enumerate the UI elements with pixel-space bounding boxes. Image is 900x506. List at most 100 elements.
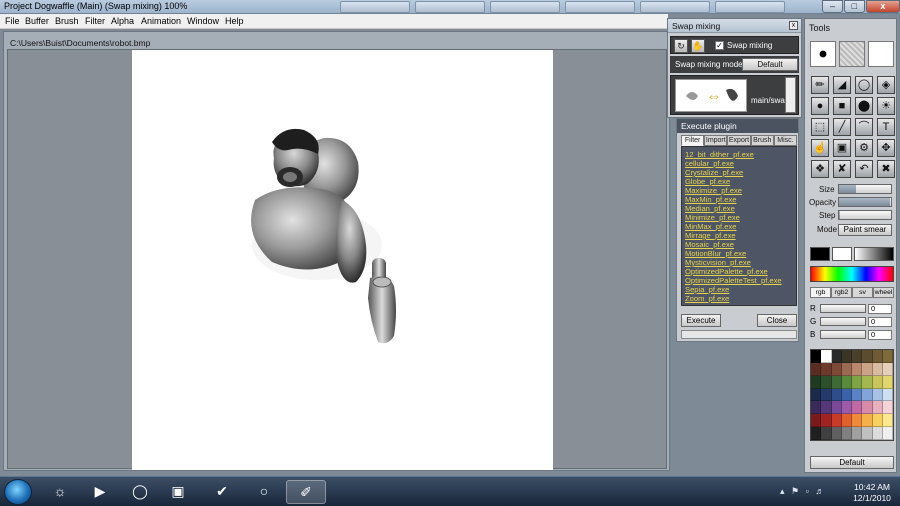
palette-swatch[interactable] [811, 350, 822, 363]
plugin-link[interactable]: Globe_pf.exe [685, 177, 730, 186]
tab-filter[interactable]: Filter [681, 135, 705, 146]
plugin-link[interactable]: OptimizedPaletteTest_pf.exe [685, 276, 782, 285]
plugin-link[interactable]: Maximize_pf.exe [685, 186, 742, 195]
minimize-button[interactable]: – [822, 0, 843, 13]
palette-swatch[interactable] [872, 362, 883, 376]
media-player-icon[interactable]: ▶ [80, 480, 120, 504]
menu-filter[interactable]: Filter [85, 16, 105, 26]
select-tool-icon[interactable]: ⬚ [811, 118, 829, 136]
palette-swatch[interactable] [831, 401, 842, 415]
tab-sv[interactable]: sv [852, 287, 873, 298]
swap-refresh-icon[interactable]: ↻ [674, 39, 688, 53]
background-color-swatch[interactable] [832, 247, 852, 261]
paint-mode-button[interactable]: Paint smear [838, 224, 892, 236]
execute-button[interactable]: Execute [681, 314, 721, 327]
palette-swatch[interactable] [872, 427, 883, 440]
menu-file[interactable]: File [5, 16, 20, 26]
palette-swatch[interactable] [831, 350, 842, 363]
maximize-button[interactable]: □ [843, 0, 865, 13]
green-slider[interactable] [820, 317, 866, 326]
menu-alpha[interactable]: Alpha [111, 16, 134, 26]
plugin-link[interactable]: Minimize_pf.exe [685, 213, 740, 222]
green-value-field[interactable]: 0 [868, 317, 892, 327]
palette-swatch[interactable] [811, 401, 822, 415]
tab-import[interactable]: Import [704, 135, 728, 146]
brush-tool-icon[interactable]: ✏ [811, 76, 829, 94]
palette-swatch[interactable] [872, 350, 883, 363]
swap-mode-button[interactable]: Default [742, 58, 798, 71]
text-tool-icon[interactable]: T [877, 118, 895, 136]
menu-brush[interactable]: Brush [55, 16, 79, 26]
circle-tool-icon[interactable]: ◯ [855, 76, 873, 94]
eyedropper-tool-icon[interactable]: ✘ [833, 160, 851, 178]
palette-swatch[interactable] [841, 350, 852, 363]
hp-icon[interactable]: ◯ [120, 480, 160, 504]
palette-swatch[interactable] [821, 414, 832, 428]
image-canvas[interactable] [132, 50, 553, 470]
palette-swatch[interactable] [882, 362, 893, 376]
swap-hand-icon[interactable]: ✋ [691, 39, 705, 53]
swap-panel-close-icon[interactable]: x [789, 21, 798, 30]
palette-swatch[interactable] [862, 427, 873, 440]
blob-tool-icon[interactable]: ● [811, 97, 829, 115]
ellipse-tool-icon[interactable]: ⬤ [855, 97, 873, 115]
menu-help[interactable]: Help [225, 16, 244, 26]
swap-thumbnail[interactable]: ⇔ [675, 79, 747, 112]
palette-swatch[interactable] [872, 375, 883, 389]
tab-rgb2[interactable]: rgb2 [831, 287, 852, 298]
undo-tool-icon[interactable]: ↶ [855, 160, 873, 178]
plugin-link[interactable]: cellular_pf.exe [685, 159, 734, 168]
palette-swatch[interactable] [821, 375, 832, 389]
palette-swatch[interactable] [862, 375, 873, 389]
background-window-tab[interactable] [640, 1, 710, 13]
palette-swatch[interactable] [821, 427, 832, 440]
palette-swatch[interactable] [811, 427, 822, 440]
gradient-swatch[interactable] [854, 247, 894, 261]
menu-buffer[interactable]: Buffer [25, 16, 49, 26]
palette-swatch[interactable] [852, 350, 863, 363]
opera-browser-icon[interactable]: ○ [244, 480, 284, 504]
system-clock[interactable]: 10:42 AM 12/1/2010 [848, 482, 896, 504]
palette-swatch[interactable] [831, 362, 842, 376]
palette-swatch[interactable] [872, 401, 883, 415]
palette-swatch[interactable] [831, 414, 842, 428]
background-window-tab[interactable] [565, 1, 635, 13]
plugin-link[interactable]: Median_pf.exe [685, 204, 735, 213]
size-slider[interactable] [838, 184, 892, 194]
tab-misc[interactable]: Misc. [773, 135, 798, 146]
background-window-tab[interactable] [715, 1, 785, 13]
palette-swatch[interactable] [882, 414, 893, 428]
color-spectrum[interactable] [810, 266, 894, 282]
menu-animation[interactable]: Animation [141, 16, 181, 26]
gradient-tool-icon[interactable]: ◢ [833, 76, 851, 94]
plugin-link[interactable]: Mysticvision_pf.exe [685, 258, 751, 267]
palette-swatch[interactable] [841, 375, 852, 389]
tab-brush[interactable]: Brush [750, 135, 774, 146]
clear-tool-icon[interactable]: ✖ [877, 160, 895, 178]
plugin-link[interactable]: Sepia_pf.exe [685, 285, 729, 294]
tab-rgb[interactable]: rgb [810, 287, 831, 298]
palette-swatch[interactable] [852, 388, 863, 402]
plugin-link[interactable]: Mirrage_pf.exe [685, 231, 736, 240]
pattern-tool-icon[interactable]: ❖ [811, 160, 829, 178]
brightness-tool-icon[interactable]: ☀ [877, 97, 895, 115]
plugin-link[interactable]: MaxMin_pf.exe [685, 195, 737, 204]
palette-swatch[interactable] [852, 414, 863, 428]
palette-swatch[interactable] [852, 427, 863, 440]
palette-swatch[interactable] [882, 388, 893, 402]
palette-swatch[interactable] [872, 414, 883, 428]
palette-swatch[interactable] [862, 401, 873, 415]
plugin-link[interactable]: Mosaic_pf.exe [685, 240, 734, 249]
menu-window[interactable]: Window [187, 16, 219, 26]
palette-swatch[interactable] [811, 375, 822, 389]
swap-arrow-icon[interactable]: ⇔ [704, 89, 724, 105]
network-icon[interactable]: ▫ [806, 486, 811, 496]
palette-swatch[interactable] [841, 362, 852, 376]
frame-tool-icon[interactable]: ▣ [833, 139, 851, 157]
palette-swatch[interactable] [852, 375, 863, 389]
tab-wheel[interactable]: wheel [873, 287, 894, 298]
eraser-tool-icon[interactable]: ◈ [877, 76, 895, 94]
brush-preset-round[interactable] [810, 41, 836, 67]
smudge-tool-icon[interactable]: ☝ [811, 139, 829, 157]
palette-swatch[interactable] [841, 427, 852, 440]
